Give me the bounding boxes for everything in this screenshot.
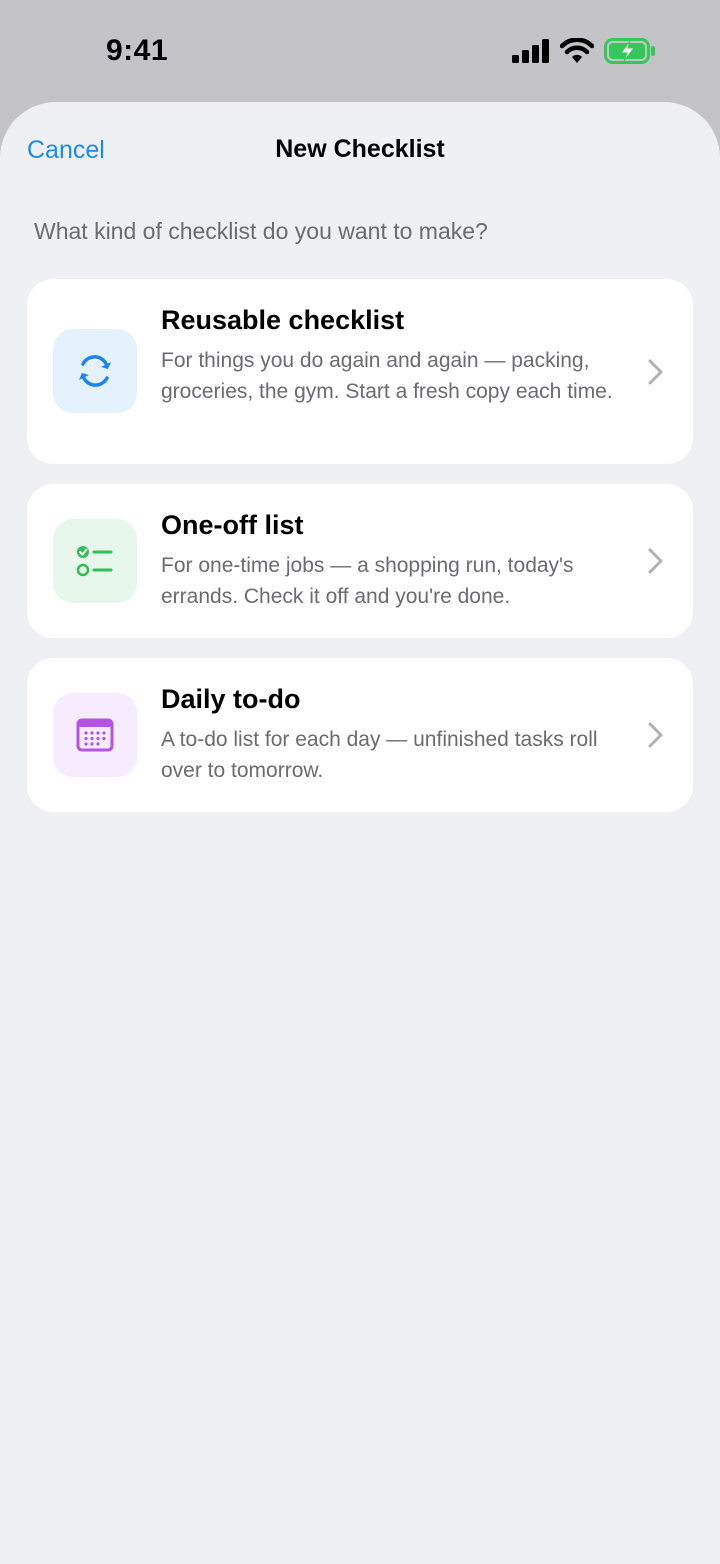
option-description: A to-do list for each day — unfinished t… [161,728,598,782]
checklist-icon [76,546,113,577]
chevron-right-icon [648,548,663,574]
option-text: Reusable checklist For things you do aga… [161,305,631,407]
refresh-icon [79,355,111,387]
option-icon-container [53,693,137,777]
option-description: For one-time jobs — a shopping run, toda… [161,554,574,608]
page-title: New Checklist [275,135,445,163]
chevron-right-icon [648,359,663,384]
status-icons [512,38,656,64]
prompt-text: What kind of checklist do you want to ma… [34,218,488,244]
new-checklist-sheet: Cancel New Checklist What kind of checkl… [0,102,720,1564]
status-bar: 9:41 [0,0,720,100]
chevron-right-icon [648,722,663,748]
option-icon-container [53,329,137,413]
option-title: One-off list [161,510,304,540]
status-time: 9:41 [106,34,169,67]
option-card-daily-to-do[interactable]: Daily to-do A to-do list for each day — … [27,658,693,812]
option-icon-container [53,519,137,603]
cellular-signal-icon [512,39,549,63]
option-title: Reusable checklist [161,305,405,335]
option-title: Daily to-do [161,684,301,714]
option-card-reusable-checklist[interactable]: Reusable checklist For things you do aga… [27,279,693,464]
battery-charging-icon [604,38,655,64]
option-description: For things you do again and again — pack… [161,349,613,403]
wifi-icon [560,38,594,63]
calendar-icon [76,718,114,752]
option-card-one-off-list[interactable]: One-off list For one-time jobs — a shopp… [27,484,693,638]
option-text: One-off list For one-time jobs — a shopp… [161,510,631,612]
nav-bar: Cancel New Checklist [0,102,720,198]
option-text: Daily to-do A to-do list for each day — … [161,684,631,786]
